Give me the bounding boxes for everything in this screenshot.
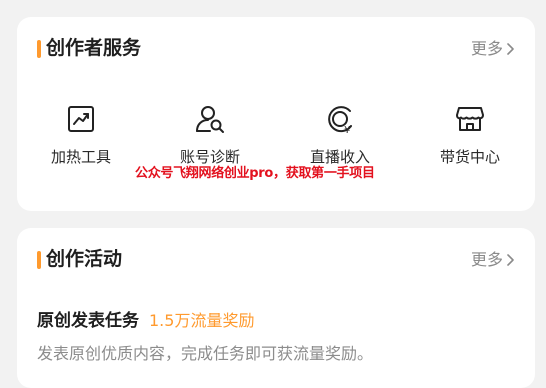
section-header: 创作者服务 更多 — [17, 17, 535, 77]
trend-chart-icon — [68, 106, 94, 132]
chevron-right-icon — [507, 254, 514, 266]
yen-coin-icon: ¥ — [328, 106, 352, 135]
task-description: 发表原创优质内容，完成任务即可获流量奖励。 — [37, 344, 374, 363]
more-label: 更多 — [470, 250, 503, 269]
svg-text:¥: ¥ — [344, 125, 350, 135]
tool-label: 带货中心 — [439, 148, 500, 166]
more-link[interactable]: 更多 — [471, 250, 515, 270]
creator-activity-card: 创作活动 更多 原创发表任务 1.5万流量奖励 发表原创优质内容，完成任务即可获… — [17, 228, 535, 388]
task-reward: 1.5万流量奖励 — [149, 311, 255, 330]
section-title: 创作者服务 — [46, 37, 142, 59]
section-accent-bar — [37, 40, 41, 58]
tool-heat[interactable]: 加热工具 — [26, 103, 136, 167]
section-title: 创作活动 — [46, 248, 123, 270]
chevron-right-icon — [507, 43, 514, 55]
section-header: 创作活动 更多 — [17, 228, 535, 288]
more-label: 更多 — [470, 39, 503, 58]
section-accent-bar — [37, 251, 41, 269]
tool-shop-center[interactable]: 带货中心 — [415, 103, 525, 167]
task-title: 原创发表任务 — [37, 311, 139, 331]
tool-live-income[interactable]: ¥ 直播收入 — [285, 103, 395, 167]
watermark-text: 公众号飞翔网络创业pro，获取第一手项目 — [135, 166, 375, 181]
tool-label: 直播收入 — [309, 148, 370, 166]
task-item[interactable]: 原创发表任务 1.5万流量奖励 — [37, 306, 254, 331]
user-search-icon — [196, 106, 224, 133]
tool-diagnosis[interactable]: 账号诊断 — [155, 103, 265, 167]
shop-icon — [456, 107, 484, 131]
tool-label: 加热工具 — [50, 148, 111, 166]
tool-label: 账号诊断 — [179, 148, 240, 166]
more-link[interactable]: 更多 — [471, 39, 515, 59]
